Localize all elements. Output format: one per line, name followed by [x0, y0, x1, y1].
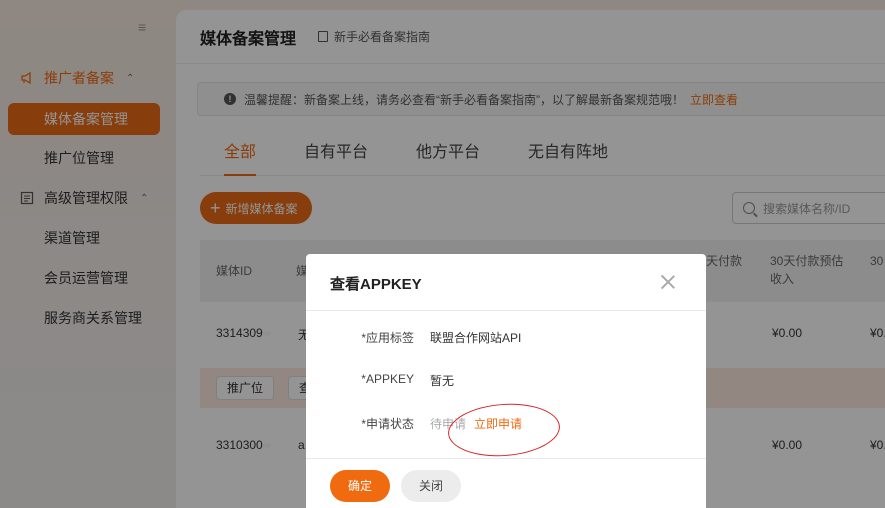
field-value: 联盟合作网站API: [430, 331, 522, 345]
field-label: *应用标签: [361, 331, 414, 345]
close-button[interactable]: 关闭: [401, 470, 461, 502]
dialog-footer: 确定 关闭: [306, 458, 706, 508]
field-label: *APPKEY: [361, 372, 414, 386]
confirm-button[interactable]: 确定: [330, 470, 390, 502]
field-label: *申请状态: [361, 417, 414, 431]
field-value: 暂无: [430, 374, 455, 388]
close-icon[interactable]: [660, 274, 676, 290]
appkey-dialog: 查看APPKEY *应用标签 联盟合作网站API *APPKEY 暂无 *申请状…: [306, 254, 706, 508]
dialog-header: 查看APPKEY: [306, 254, 706, 311]
dialog-title: 查看APPKEY: [330, 276, 422, 293]
